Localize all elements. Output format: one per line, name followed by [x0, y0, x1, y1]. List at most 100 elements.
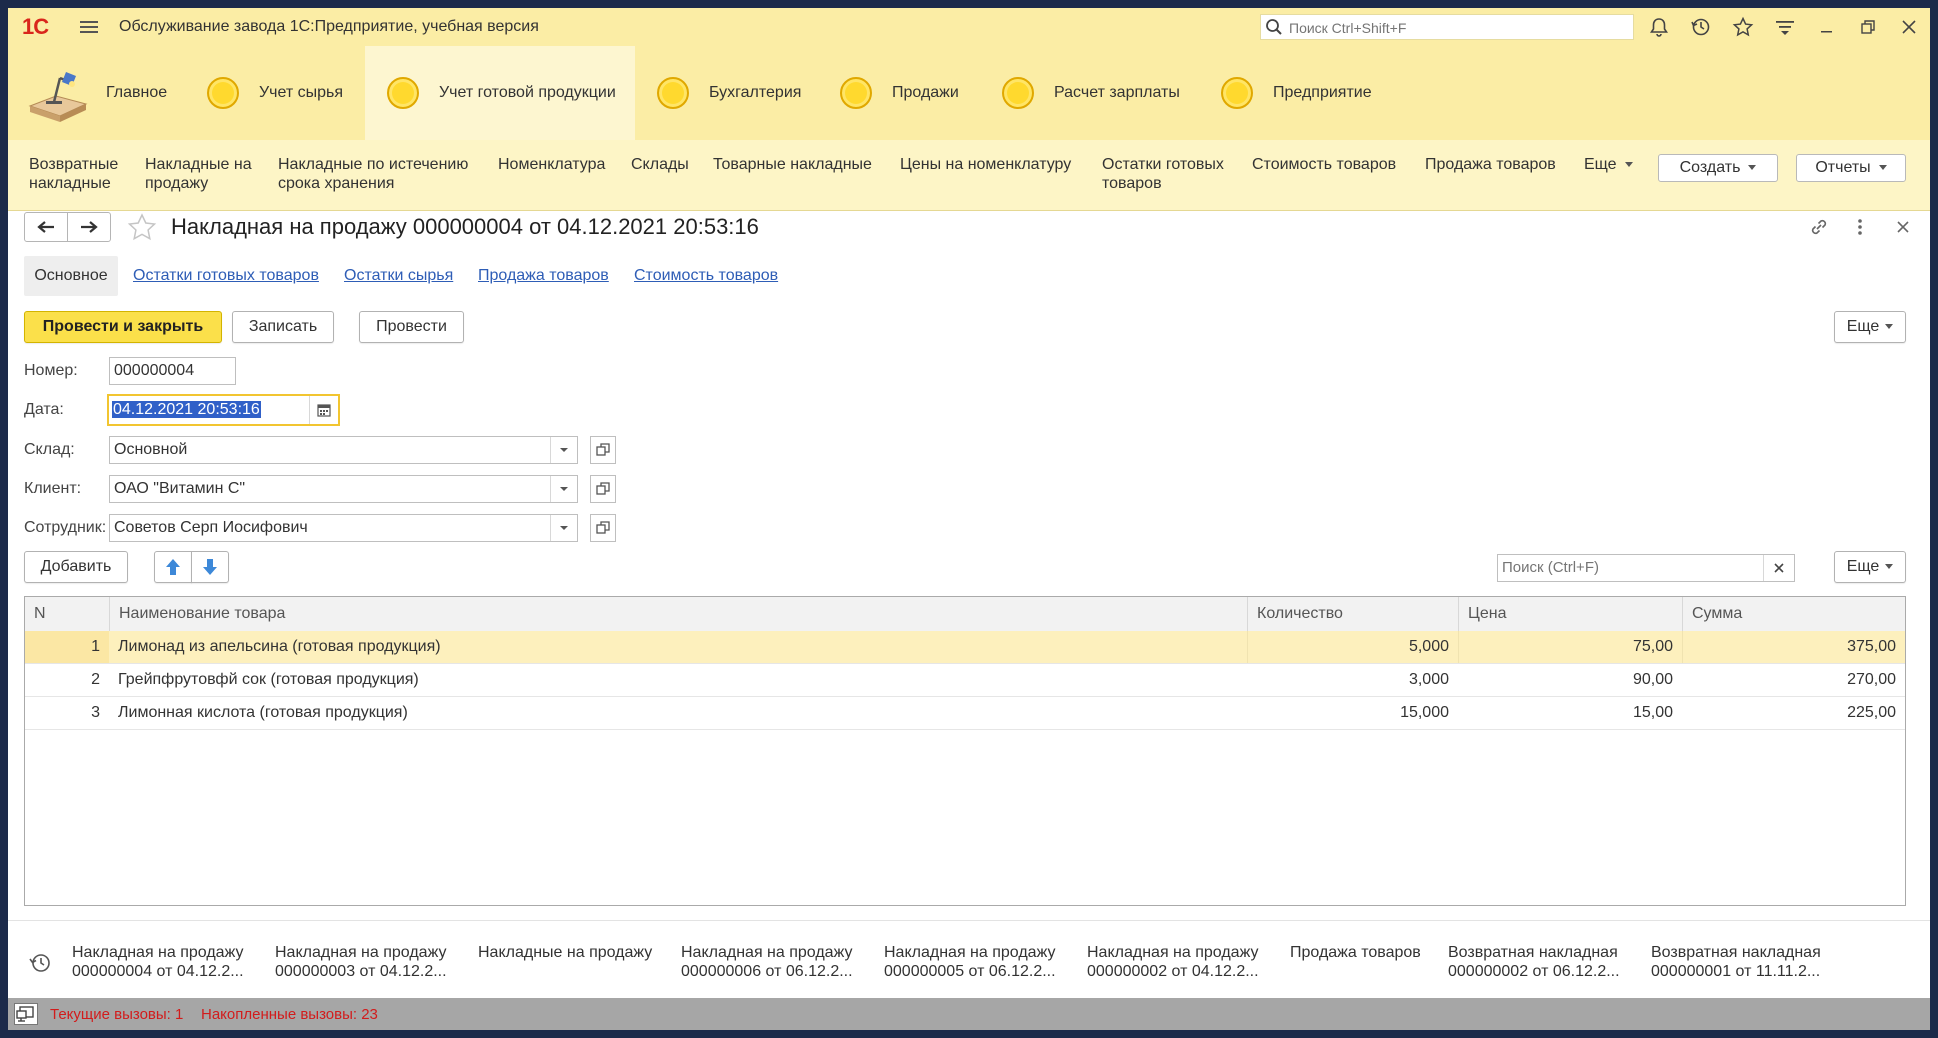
- add-row-button[interactable]: Добавить: [24, 551, 128, 583]
- nav-goods-sales[interactable]: Продажа товаров: [1425, 155, 1556, 174]
- table-row[interactable]: 2 Грейпфрутовфй сок (готовая продукция) …: [25, 664, 1905, 697]
- back-button[interactable]: [24, 212, 68, 242]
- history-item[interactable]: Накладные на продажу: [478, 943, 652, 962]
- settings-list-icon[interactable]: [1774, 16, 1796, 38]
- chevron-down-icon[interactable]: [550, 515, 577, 541]
- save-button[interactable]: Записать: [232, 311, 334, 343]
- favorite-star-icon[interactable]: [126, 212, 158, 242]
- table-more-button[interactable]: Еще: [1834, 551, 1906, 583]
- create-button[interactable]: Создать: [1658, 154, 1778, 182]
- employee-field[interactable]: Советов Серп Иосифович: [109, 514, 578, 542]
- monitor-icon[interactable]: [14, 1003, 38, 1025]
- form-title: Накладная на продажу 000000004 от 04.12.…: [171, 214, 759, 239]
- form-close-icon[interactable]: [1892, 216, 1914, 243]
- clear-search-icon[interactable]: [1763, 555, 1794, 581]
- nav-nomenclature-prices[interactable]: Цены на номенклатуру: [900, 155, 1071, 174]
- column-header-quantity[interactable]: Количество: [1247, 597, 1458, 631]
- post-button[interactable]: Провести: [359, 311, 464, 343]
- history-item[interactable]: Накладная на продажу 000000003 от 04.12.2…: [275, 943, 447, 981]
- column-header-price[interactable]: Цена: [1458, 597, 1682, 631]
- minimize-icon[interactable]: [1816, 16, 1838, 38]
- employee-open-button[interactable]: [590, 514, 616, 542]
- nav-finished-stock[interactable]: Остатки готовых товаров: [1102, 155, 1224, 193]
- link-icon[interactable]: [1808, 216, 1830, 243]
- history-item[interactable]: Возвратная накладная 000000001 от 11.11.2…: [1651, 943, 1821, 981]
- table-search-field[interactable]: [1497, 554, 1795, 582]
- history-item[interactable]: Накладная на продажу 000000002 от 04.12.2…: [1087, 943, 1259, 981]
- chevron-down-icon[interactable]: [550, 476, 577, 502]
- history-item[interactable]: Возвратная накладная 000000002 от 06.12.2…: [1448, 943, 1620, 981]
- post-and-close-button[interactable]: Провести и закрыть: [24, 311, 222, 343]
- section-enterprise[interactable]: Предприятие: [1221, 46, 1391, 140]
- cell-sum: 225,00: [1847, 704, 1896, 721]
- column-header-name[interactable]: Наименование товара: [109, 597, 1247, 631]
- number-field[interactable]: 000000004: [109, 357, 236, 385]
- history-item[interactable]: Накладная на продажу 000000005 от 06.12.2…: [884, 943, 1056, 981]
- section-finished-products[interactable]: Учет готовой продукции: [365, 46, 635, 140]
- close-icon[interactable]: [1898, 16, 1920, 38]
- section-label: Бухгалтерия: [709, 84, 802, 101]
- section-circle-icon: [657, 77, 689, 109]
- calendar-icon[interactable]: [309, 396, 338, 424]
- nav-return-invoices[interactable]: Возвратные накладные: [29, 155, 118, 193]
- goods-table[interactable]: N Наименование товара Количество Цена Су…: [24, 596, 1906, 906]
- section-main[interactable]: Главное: [26, 46, 176, 140]
- history-panel: Накладная на продажу 000000004 от 04.12.2…: [8, 920, 1930, 999]
- nav-expiry-invoices[interactable]: Накладные по истечению срока хранения: [278, 155, 468, 193]
- section-payroll[interactable]: Расчет зарплаты: [1002, 46, 1202, 140]
- history-item[interactable]: Накладная на продажу 000000004 от 04.12.2…: [72, 943, 244, 981]
- section-raw-materials[interactable]: Учет сырья: [207, 46, 367, 140]
- client-field[interactable]: ОАО "Витамин С": [109, 475, 578, 503]
- nav-goods-invoices[interactable]: Товарные накладные: [713, 155, 872, 174]
- column-header-n[interactable]: N: [25, 597, 109, 631]
- section-sales[interactable]: Продажи: [840, 46, 970, 140]
- more-vertical-icon[interactable]: [1854, 216, 1866, 243]
- main-menu-icon[interactable]: [78, 16, 100, 38]
- cell-n: 2: [91, 671, 100, 688]
- history-item[interactable]: Продажа товаров: [1290, 943, 1421, 962]
- section-accounting[interactable]: Бухгалтерия: [657, 46, 817, 140]
- table-row[interactable]: 1 Лимонад из апельсина (готовая продукци…: [25, 631, 1905, 664]
- column-header-sum[interactable]: Сумма: [1682, 597, 1905, 631]
- open-copy-icon: [596, 482, 610, 495]
- warehouse-open-button[interactable]: [590, 436, 616, 464]
- history-clock-icon[interactable]: [28, 951, 52, 980]
- table-search-input[interactable]: [1500, 558, 1764, 577]
- form-more-button[interactable]: Еще: [1834, 311, 1906, 343]
- forward-button[interactable]: [67, 212, 111, 242]
- nav-more-button[interactable]: Еще: [1584, 155, 1633, 174]
- cell-quantity: 3,000: [1408, 671, 1449, 688]
- tab-main[interactable]: Основное: [24, 256, 118, 296]
- home-desk-lamp-icon: [26, 64, 88, 122]
- tab-goods-cost[interactable]: Стоимость товаров: [634, 267, 778, 285]
- arrow-left-icon: [37, 221, 54, 233]
- move-down-button[interactable]: [191, 551, 229, 583]
- history-icon[interactable]: [1690, 16, 1712, 38]
- bell-icon[interactable]: [1648, 16, 1670, 38]
- app-window: 1С Обслуживание завода 1С:Предприятие, у…: [8, 8, 1930, 1030]
- global-search[interactable]: [1260, 14, 1634, 40]
- date-field[interactable]: 04.12.2021 20:53:16: [107, 394, 340, 426]
- restore-icon[interactable]: [1857, 16, 1879, 38]
- reports-button[interactable]: Отчеты: [1796, 154, 1906, 182]
- number-label: Номер:: [24, 362, 78, 379]
- nav-warehouses[interactable]: Склады: [631, 155, 689, 174]
- tab-finished-stock[interactable]: Остатки готовых товаров: [133, 267, 319, 285]
- move-up-button[interactable]: [154, 551, 192, 583]
- section-circle-icon: [840, 77, 872, 109]
- client-open-button[interactable]: [590, 475, 616, 503]
- nav-goods-cost[interactable]: Стоимость товаров: [1252, 155, 1396, 174]
- table-row[interactable]: 3 Лимонная кислота (готовая продукция) 1…: [25, 697, 1905, 730]
- tab-raw-stock[interactable]: Остатки сырья: [344, 267, 453, 285]
- global-search-input[interactable]: [1287, 17, 1621, 39]
- star-icon[interactable]: [1732, 16, 1754, 38]
- cell-price: 15,00: [1632, 704, 1673, 721]
- nav-sales-invoices[interactable]: Накладные на продажу: [145, 155, 252, 193]
- warehouse-field[interactable]: Основной: [109, 436, 578, 464]
- app-title: Обслуживание завода 1С:Предприятие, учеб…: [119, 18, 539, 35]
- chevron-down-icon[interactable]: [550, 437, 577, 463]
- history-item[interactable]: Накладная на продажу 000000006 от 06.12.2…: [681, 943, 853, 981]
- tab-goods-sales[interactable]: Продажа товаров: [478, 267, 609, 285]
- nav-nomenclature[interactable]: Номенклатура: [498, 155, 605, 174]
- section-label: Предприятие: [1273, 84, 1372, 101]
